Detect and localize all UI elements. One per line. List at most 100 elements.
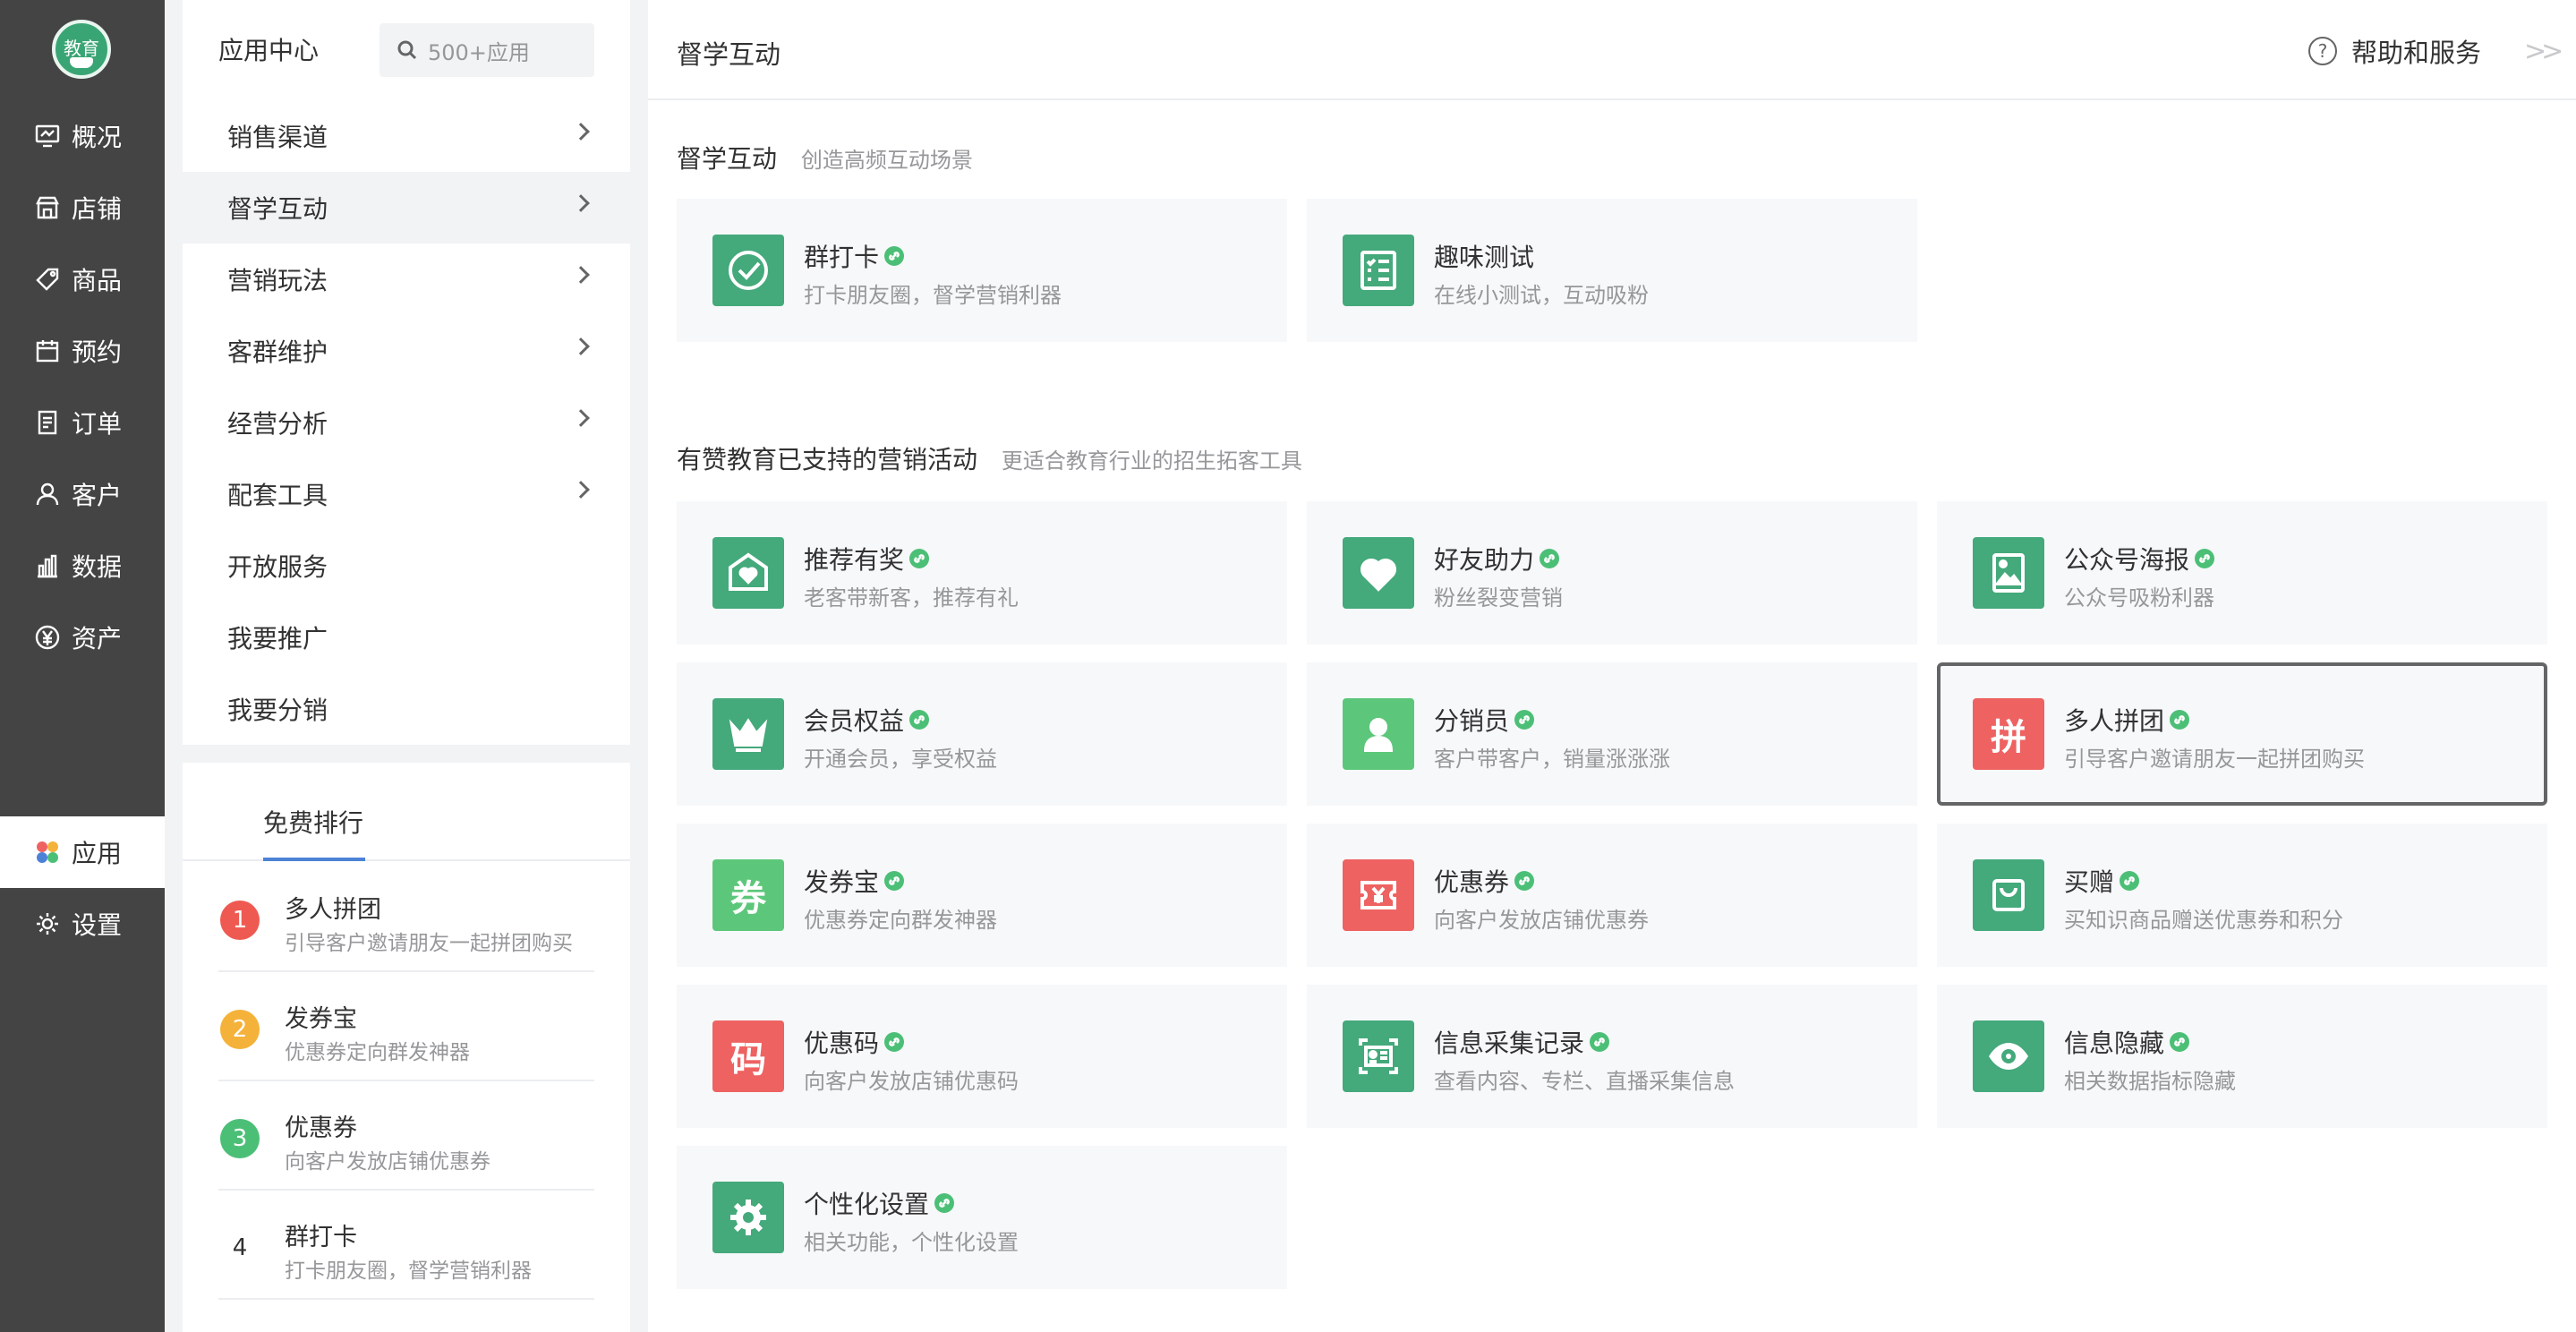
menu-item-label: 我要分销 bbox=[227, 696, 328, 725]
search-placeholder: 500+应用 bbox=[428, 39, 530, 65]
app-card-info-hide[interactable]: 信息隐藏 相关数据指标隐藏 bbox=[1937, 985, 2547, 1128]
app-card-name: 信息采集记录 bbox=[1434, 1024, 1610, 1060]
menu-item-supervised-learning[interactable]: 督学互动 bbox=[183, 172, 630, 243]
app-card-coupon[interactable]: 优惠券 向客户发放店铺优惠券 bbox=[1307, 824, 1917, 967]
nav-item-apps[interactable]: 应用 bbox=[0, 816, 165, 888]
app-card-desc: 引导客户邀请朋友一起拼团购买 bbox=[2064, 747, 2365, 772]
chevron-right-icon bbox=[572, 266, 590, 284]
app-card-name: 会员权益 bbox=[804, 702, 930, 738]
menu-item-label: 营销玩法 bbox=[227, 266, 328, 295]
app-card-name: 推荐有奖 bbox=[804, 541, 930, 576]
app-card-friend-boost[interactable]: 好友助力 粉丝裂变营销 bbox=[1307, 501, 1917, 645]
app-card-member-benefits[interactable]: 会员权益 开通会员，享受权益 bbox=[677, 662, 1287, 806]
page-header: 督学互动 ? 帮助和服务 >> bbox=[648, 0, 2576, 100]
nav-item-label: 客户 bbox=[72, 481, 123, 510]
nav-item-orders[interactable]: 订单 bbox=[0, 387, 165, 458]
ranking-item-desc: 向客户发放店铺优惠券 bbox=[285, 1150, 490, 1174]
menu-item-analytics[interactable]: 经营分析 bbox=[183, 387, 630, 458]
app-card-name: 公众号海报 bbox=[2064, 541, 2215, 576]
menu-item-label: 督学互动 bbox=[227, 194, 328, 224]
link-icon bbox=[909, 710, 930, 730]
nav-item-goods[interactable]: 商品 bbox=[0, 243, 165, 315]
app-card-name: 个性化设置 bbox=[804, 1185, 955, 1221]
section-title: 督学互动 创造高频互动场景 bbox=[677, 140, 973, 175]
app-card-desc: 向客户发放店铺优惠码 bbox=[804, 1069, 1019, 1094]
app-search-input[interactable]: 500+应用 bbox=[380, 23, 594, 77]
nav-item-assets[interactable]: 资产 bbox=[0, 602, 165, 673]
app-card-buy-gift[interactable]: 买赠 买知识商品赠送优惠券和积分 bbox=[1937, 824, 2547, 967]
chevron-right-icon bbox=[572, 481, 590, 499]
app-card-name: 好友助力 bbox=[1434, 541, 1560, 576]
nav-item-settings[interactable]: 设置 bbox=[0, 888, 165, 960]
tab-free-ranking[interactable]: 免费排行 bbox=[263, 804, 363, 840]
link-icon bbox=[2170, 710, 2190, 730]
app-card-desc: 优惠券定向群发神器 bbox=[804, 908, 997, 933]
app-card-name: 多人拼团 bbox=[2064, 702, 2190, 738]
chevron-right-icon bbox=[572, 409, 590, 427]
nav-item-customers[interactable]: 客户 bbox=[0, 458, 165, 530]
brand-logo[interactable]: 教育 bbox=[52, 20, 111, 79]
app-card-desc: 粉丝裂变营销 bbox=[1434, 585, 1563, 610]
help-label: 帮助和服务 bbox=[2351, 38, 2482, 68]
app-card-promo-code[interactable]: 码 优惠码 向客户发放店铺优惠码 bbox=[677, 985, 1287, 1128]
ranking-item[interactable]: 4 群打卡 打卡朋友圈，督学营销利器 bbox=[218, 1191, 594, 1300]
app-card-desc: 买知识商品赠送优惠券和积分 bbox=[2064, 908, 2343, 933]
chevron-right-icon bbox=[572, 123, 590, 141]
app-card-group-buy[interactable]: 拼 多人拼团 引导客户邀请朋友一起拼团购买 bbox=[1937, 662, 2547, 806]
app-card-group-checkin[interactable]: 群打卡 打卡朋友圈，督学营销利器 bbox=[677, 199, 1287, 342]
menu-item-sales-channel[interactable]: 销售渠道 bbox=[183, 100, 630, 172]
app-card-distributor[interactable]: 分销员 客户带客户，销量涨涨涨 bbox=[1307, 662, 1917, 806]
nav-item-data[interactable]: 数据 bbox=[0, 530, 165, 602]
ranking-item-name: 群打卡 bbox=[285, 1224, 357, 1251]
ranking-item-name: 优惠券 bbox=[285, 1114, 357, 1142]
app-card-info-collection[interactable]: 信息采集记录 查看内容、专栏、直播采集信息 bbox=[1307, 985, 1917, 1128]
menu-item-tools[interactable]: 配套工具 bbox=[183, 458, 630, 530]
chevron-right-icon bbox=[572, 337, 590, 355]
app-card-fun-quiz[interactable]: 趣味测试 在线小测试，互动吸粉 bbox=[1307, 199, 1917, 342]
double-chevron-right-icon[interactable]: >> bbox=[2524, 36, 2563, 67]
ranking-item-desc: 引导客户邀请朋友一起拼团购买 bbox=[285, 932, 573, 955]
coupon-char-icon: 券 bbox=[712, 859, 784, 931]
document-icon bbox=[34, 409, 61, 436]
apps-petal-icon bbox=[34, 839, 61, 866]
id-card-icon bbox=[1343, 1020, 1414, 1092]
nav-item-booking[interactable]: 预约 bbox=[0, 315, 165, 387]
gear-icon bbox=[34, 910, 61, 937]
menu-item-open-service[interactable]: 开放服务 bbox=[183, 530, 630, 602]
ranking-item[interactable]: 2 发券宝 优惠券定向群发神器 bbox=[218, 972, 594, 1081]
ranking-item-name: 发券宝 bbox=[285, 1005, 357, 1033]
section-title-text: 督学互动 bbox=[677, 144, 778, 174]
section-subtitle: 更适合教育行业的招生拓客工具 bbox=[1001, 448, 1302, 474]
menu-item-promote[interactable]: 我要推广 bbox=[183, 602, 630, 673]
menu-item-distribute[interactable]: 我要分销 bbox=[183, 673, 630, 745]
nav-item-label: 店铺 bbox=[72, 194, 123, 224]
app-card-name: 分销员 bbox=[1434, 702, 1535, 738]
ranking-item[interactable]: 1 多人拼团 引导客户邀请朋友一起拼团购买 bbox=[218, 863, 594, 972]
menu-item-customer-care[interactable]: 客群维护 bbox=[183, 315, 630, 387]
store-icon bbox=[34, 194, 61, 221]
menu-item-marketing[interactable]: 营销玩法 bbox=[183, 243, 630, 315]
person-icon bbox=[1343, 698, 1414, 770]
nav-item-label: 预约 bbox=[72, 337, 123, 367]
app-card-desc: 老客带新客，推荐有礼 bbox=[804, 585, 1019, 610]
menu-item-label: 开放服务 bbox=[227, 552, 328, 582]
page-title: 督学互动 bbox=[677, 39, 781, 70]
app-card-name: 发券宝 bbox=[804, 863, 905, 899]
help-service-link[interactable]: ? 帮助和服务 bbox=[2308, 32, 2481, 70]
app-card-name: 优惠码 bbox=[804, 1024, 905, 1060]
app-card-desc: 公众号吸粉利器 bbox=[2064, 585, 2214, 610]
nav-item-store[interactable]: 店铺 bbox=[0, 172, 165, 243]
app-card-personalization[interactable]: 个性化设置 相关功能，个性化设置 bbox=[677, 1146, 1287, 1289]
app-card-coupon-sender[interactable]: 券 发券宝 优惠券定向群发神器 bbox=[677, 824, 1287, 967]
nav-item-overview[interactable]: 概况 bbox=[0, 100, 165, 172]
nav-item-label: 数据 bbox=[72, 552, 123, 582]
app-card-desc: 相关功能，个性化设置 bbox=[804, 1230, 1019, 1255]
ranking-item[interactable]: 3 优惠券 向客户发放店铺优惠券 bbox=[218, 1081, 594, 1191]
menu-item-label: 我要推广 bbox=[227, 624, 328, 653]
link-icon bbox=[1540, 549, 1560, 568]
shopping-bag-icon bbox=[1973, 859, 2044, 931]
app-card-official-poster[interactable]: 公众号海报 公众号吸粉利器 bbox=[1937, 501, 2547, 645]
app-card-referral-reward[interactable]: 推荐有奖 老客带新客，推荐有礼 bbox=[677, 501, 1287, 645]
checklist-icon bbox=[1343, 235, 1414, 306]
app-card-name: 信息隐藏 bbox=[2064, 1024, 2190, 1060]
